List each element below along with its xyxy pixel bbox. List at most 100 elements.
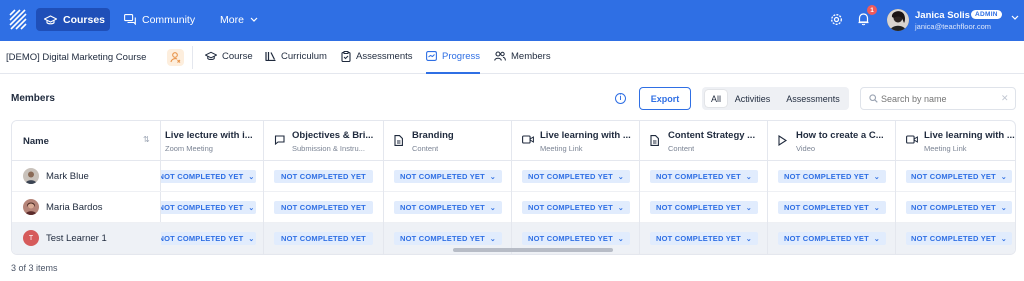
avatar: T	[23, 230, 39, 246]
status-badge[interactable]: NOT COMPLETED YET ⌄	[778, 170, 886, 183]
nav-community-button[interactable]: Community	[120, 8, 200, 31]
name-column: Name ⇅ Mark Blue Maria Bardos T Test Lea…	[12, 121, 161, 254]
status-badge[interactable]: NOT COMPLETED YET ⌄	[906, 170, 1012, 183]
filter-assessments[interactable]: Assessments	[780, 90, 846, 107]
column-title: Content Strategy ...	[668, 130, 756, 141]
nav-courses-button[interactable]: Courses	[36, 8, 110, 31]
activity-column: Branding Content NOT COMPLETED YET ⌄ NOT …	[384, 121, 512, 254]
column-header[interactable]: Branding Content	[384, 121, 511, 161]
status-badge[interactable]: NOT COMPLETED YET ⌄	[650, 170, 758, 183]
video-icon	[906, 135, 918, 144]
bell-icon[interactable]	[857, 12, 870, 26]
column-title: How to create a C...	[796, 130, 884, 141]
horizontal-scrollbar[interactable]	[453, 248, 613, 252]
export-button[interactable]: Export	[639, 87, 691, 110]
status-badge[interactable]: NOT COMPLETED YET ⌄	[906, 232, 1012, 245]
status-badge[interactable]: NOT COMPLETED YET ⌄	[157, 232, 256, 245]
status-cell: NOT COMPLETED YET	[264, 192, 383, 223]
tab-members[interactable]: Members	[494, 51, 551, 74]
chevron-down-icon: ⌄	[489, 235, 496, 243]
status-label: NOT COMPLETED YET	[910, 172, 996, 181]
status-badge[interactable]: NOT COMPLETED YET ⌄	[906, 201, 1012, 214]
library-icon	[265, 52, 276, 61]
status-badge[interactable]: NOT COMPLETED YET	[274, 170, 373, 183]
activity-column: Live learning with ... Meeting Link NOT …	[896, 121, 1015, 254]
nav-more-label: More	[220, 13, 244, 26]
search-input[interactable]	[881, 91, 999, 106]
column-header[interactable]: Live learning with ... Meeting Link	[896, 121, 1015, 161]
info-icon[interactable]: i	[615, 93, 626, 104]
member-name: Mark Blue	[46, 171, 89, 182]
filter-activities[interactable]: Activities	[730, 90, 775, 107]
member-name: Test Learner 1	[46, 233, 107, 244]
nav-more-dropdown[interactable]: More	[216, 8, 266, 31]
status-label: NOT COMPLETED YET	[158, 172, 244, 181]
status-label: NOT COMPLETED YET	[783, 172, 869, 181]
status-badge[interactable]: NOT COMPLETED YET	[274, 201, 373, 214]
column-header[interactable]: How to create a C... Video	[768, 121, 895, 161]
table-row[interactable]: Mark Blue	[12, 161, 161, 192]
graduation-cap-icon	[205, 51, 217, 61]
gear-icon[interactable]	[830, 13, 843, 26]
column-header[interactable]: Objectives & Bri... Submission & Instru.…	[264, 121, 383, 161]
column-title: Objectives & Bri...	[292, 130, 374, 141]
clear-search-icon[interactable]: ✕	[1001, 93, 1009, 104]
course-user-icon[interactable]	[167, 49, 184, 66]
chevron-down-icon: ⌄	[248, 173, 255, 181]
column-header[interactable]: Content Strategy ... Content	[640, 121, 767, 161]
user-avatar[interactable]	[887, 9, 909, 31]
status-badge[interactable]: NOT COMPLETED YET ⌄	[157, 170, 256, 183]
tab-progress[interactable]: Progress	[426, 51, 481, 74]
filter-all[interactable]: All	[705, 90, 727, 107]
status-label: NOT COMPLETED YET	[655, 234, 741, 243]
activity-column: Live lecture with i... Zoom Meeting NOT …	[149, 121, 264, 254]
status-badge[interactable]: NOT COMPLETED YET ⌄	[394, 201, 502, 214]
status-cell: NOT COMPLETED YET ⌄	[149, 192, 263, 223]
status-badge[interactable]: NOT COMPLETED YET ⌄	[778, 201, 886, 214]
status-label: NOT COMPLETED YET	[910, 203, 996, 212]
column-subtitle: Zoom Meeting	[165, 144, 213, 153]
status-badge[interactable]: NOT COMPLETED YET ⌄	[650, 201, 758, 214]
tab-assessments[interactable]: Assessments	[341, 51, 413, 74]
status-badge[interactable]: NOT COMPLETED YET ⌄	[157, 201, 256, 214]
status-label: NOT COMPLETED YET	[158, 203, 244, 212]
status-cell: NOT COMPLETED YET ⌄	[512, 161, 639, 192]
table-row[interactable]: T Test Learner 1	[12, 223, 161, 254]
status-cell: NOT COMPLETED YET ⌄	[896, 223, 1015, 254]
chevron-down-icon: ⌄	[248, 204, 255, 212]
teachfloor-logo-icon[interactable]	[8, 9, 28, 31]
status-badge[interactable]: NOT COMPLETED YET ⌄	[394, 170, 502, 183]
tab-curriculum[interactable]: Curriculum	[265, 51, 327, 74]
status-badge[interactable]: NOT COMPLETED YET ⌄	[394, 232, 502, 245]
name-column-header[interactable]: Name ⇅	[12, 121, 161, 161]
status-badge[interactable]: NOT COMPLETED YET ⌄	[650, 232, 758, 245]
chevron-down-icon: ⌄	[489, 173, 496, 181]
status-label: NOT COMPLETED YET	[399, 172, 485, 181]
status-badge[interactable]: NOT COMPLETED YET ⌄	[522, 232, 630, 245]
status-cell: NOT COMPLETED YET	[264, 161, 383, 192]
status-badge[interactable]: NOT COMPLETED YET ⌄	[778, 232, 886, 245]
status-badge[interactable]: NOT COMPLETED YET ⌄	[522, 170, 630, 183]
status-label: NOT COMPLETED YET	[783, 234, 869, 243]
nav-courses-label: Courses	[63, 13, 106, 26]
table-row[interactable]: Maria Bardos	[12, 192, 161, 223]
chevron-down-icon: ⌄	[745, 173, 752, 181]
tab-curriculum-label: Curriculum	[281, 51, 327, 62]
top-navigation-bar: Courses Community More 1 Janica Solis AD…	[0, 0, 1024, 41]
status-badge[interactable]: NOT COMPLETED YET ⌄	[522, 201, 630, 214]
comment-icon	[274, 135, 285, 145]
column-header[interactable]: Live learning with ... Meeting Link	[512, 121, 639, 161]
sort-icon[interactable]: ⇅	[143, 135, 150, 144]
column-header[interactable]: Live lecture with i... Zoom Meeting	[149, 121, 263, 161]
status-label: NOT COMPLETED YET	[527, 234, 613, 243]
community-chat-icon	[124, 14, 136, 25]
user-menu-chevron-down-icon[interactable]	[1011, 15, 1019, 20]
progress-icon	[426, 51, 437, 61]
notification-count-badge: 1	[867, 5, 877, 15]
status-badge[interactable]: NOT COMPLETED YET	[274, 232, 373, 245]
tab-course[interactable]: Course	[205, 51, 253, 74]
chevron-down-icon: ⌄	[1000, 204, 1007, 212]
column-title: Live learning with ...	[924, 130, 1015, 141]
divider	[192, 46, 193, 69]
column-subtitle: Video	[796, 144, 816, 153]
